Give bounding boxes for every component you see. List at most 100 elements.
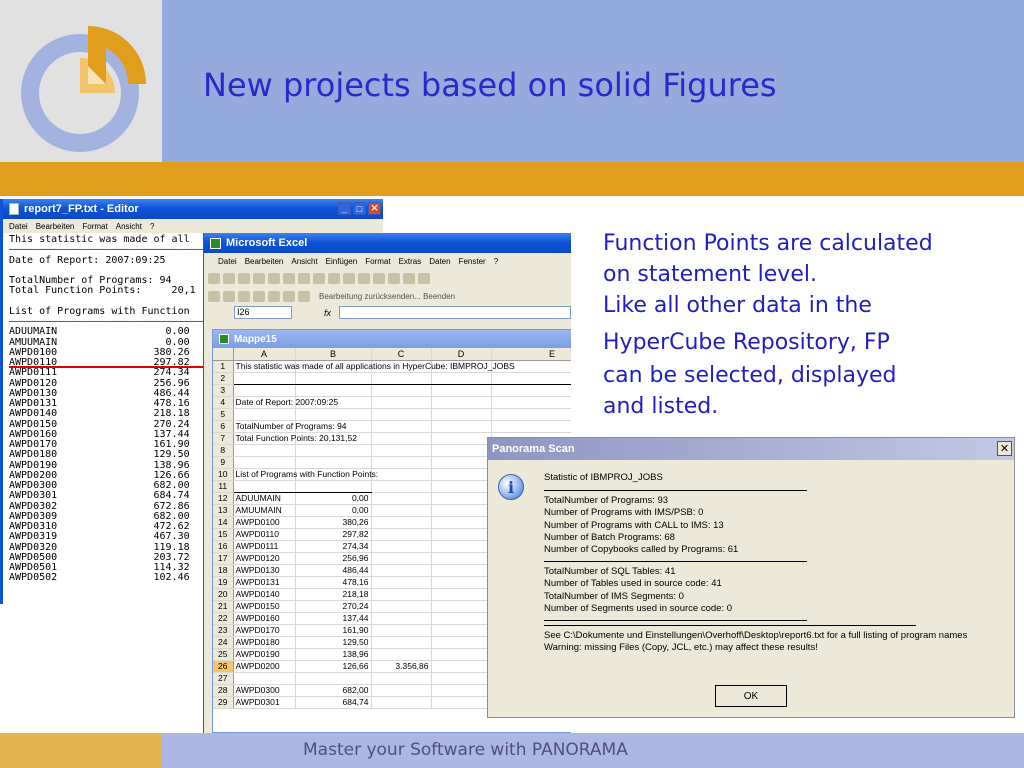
cell[interactable] [233, 480, 296, 493]
row-header[interactable]: 6 [213, 420, 234, 433]
cell[interactable]: Total Function Points: 20,131,52 [233, 432, 357, 445]
menu-item-extras[interactable]: Extras [399, 257, 422, 266]
cell[interactable]: AMUUMAIN [233, 504, 296, 517]
cell[interactable]: TotalNumber of Programs: 94 [233, 420, 347, 433]
row-header[interactable]: 7 [213, 432, 234, 445]
forward-icon[interactable] [238, 290, 250, 302]
cell[interactable] [371, 516, 432, 529]
menu-item-help[interactable]: ? [494, 257, 498, 266]
cell[interactable] [233, 672, 296, 685]
cell[interactable]: 270,24 [295, 600, 372, 613]
cell[interactable] [371, 480, 432, 493]
cell[interactable]: 126,66 [295, 660, 372, 673]
cell[interactable] [371, 648, 432, 661]
cell[interactable] [233, 384, 296, 397]
cell[interactable]: 0,00 [295, 492, 372, 505]
reply-all-icon[interactable] [223, 290, 235, 302]
row-header[interactable]: 12 [213, 492, 234, 505]
cell[interactable]: AWPD0110 [233, 528, 296, 541]
cell[interactable]: 682,00 [295, 684, 372, 697]
cell[interactable]: AWPD0150 [233, 600, 296, 613]
cell[interactable]: 218,18 [295, 588, 372, 601]
menu-item-einfuegen[interactable]: Einfügen [326, 257, 358, 266]
reject-icon[interactable] [283, 290, 295, 302]
formula-input[interactable] [339, 306, 571, 319]
cell[interactable]: 0,00 [295, 504, 372, 517]
cell[interactable] [371, 612, 432, 625]
spelling-icon[interactable] [298, 272, 310, 284]
cell[interactable] [431, 624, 492, 637]
maximize-button[interactable]: □ [353, 202, 366, 215]
row-header[interactable]: 1 [213, 360, 234, 373]
cell[interactable]: AWPD0300 [233, 684, 296, 697]
cell[interactable] [371, 636, 432, 649]
row-header[interactable]: 18 [213, 564, 234, 577]
column-header[interactable]: B [295, 348, 372, 361]
cell[interactable] [431, 528, 492, 541]
menu-item-ansicht[interactable]: Ansicht [116, 222, 142, 231]
cell[interactable]: 274,34 [295, 540, 372, 553]
cell[interactable] [491, 372, 571, 385]
row-header[interactable]: 27 [213, 672, 234, 685]
cell[interactable] [431, 660, 492, 673]
cell[interactable] [431, 540, 492, 553]
cell[interactable] [431, 408, 492, 421]
cell[interactable] [431, 396, 492, 409]
cell[interactable] [295, 444, 372, 457]
cell[interactable] [371, 552, 432, 565]
notepad-titlebar[interactable]: report7_FP.txt - Editor _ □ ✕ [3, 199, 383, 219]
row-header[interactable]: 17 [213, 552, 234, 565]
cell[interactable] [431, 504, 492, 517]
cell[interactable] [371, 444, 432, 457]
permission-icon[interactable] [253, 272, 265, 284]
cut-icon[interactable] [328, 272, 340, 284]
cell[interactable] [371, 504, 432, 517]
workbook-titlebar[interactable]: Mappe15 [213, 330, 571, 348]
cell[interactable] [295, 408, 372, 421]
cell[interactable] [491, 396, 571, 409]
cell[interactable] [371, 564, 432, 577]
undo-icon[interactable] [373, 272, 385, 284]
cell[interactable]: 161,90 [295, 624, 372, 637]
cell[interactable] [431, 444, 492, 457]
cell[interactable]: AWPD0130 [233, 564, 296, 577]
row-header[interactable]: 2 [213, 372, 234, 385]
cell[interactable] [371, 600, 432, 613]
cell[interactable] [491, 384, 571, 397]
minimize-button[interactable]: _ [338, 202, 351, 215]
cell[interactable]: 684,74 [295, 696, 372, 709]
cell[interactable] [431, 492, 492, 505]
cell[interactable] [431, 552, 492, 565]
cell[interactable]: AWPD0160 [233, 612, 296, 625]
cell[interactable] [431, 672, 492, 685]
copy-icon[interactable] [343, 272, 355, 284]
cell[interactable] [431, 636, 492, 649]
cell[interactable]: AWPD0131 [233, 576, 296, 589]
row-header[interactable]: 10 [213, 468, 234, 481]
cell[interactable]: 3.356,86 [371, 660, 432, 673]
cell[interactable]: AWPD0301 [233, 696, 296, 709]
open-icon[interactable] [223, 272, 235, 284]
cell[interactable] [491, 408, 571, 421]
row-header[interactable]: 8 [213, 444, 234, 457]
cell[interactable] [431, 468, 492, 481]
cell[interactable]: AWPD0200 [233, 660, 296, 673]
cell[interactable] [371, 432, 432, 445]
cell[interactable]: AWPD0120 [233, 552, 296, 565]
cell[interactable] [431, 600, 492, 613]
preview-icon[interactable] [283, 272, 295, 284]
review-text[interactable]: Bearbeitung zurücksenden... Beenden [319, 292, 455, 301]
research-icon[interactable] [313, 272, 325, 284]
menu-item-ansicht[interactable]: Ansicht [291, 257, 317, 266]
select-all-corner[interactable] [213, 348, 234, 361]
cell[interactable] [371, 372, 432, 385]
cell[interactable] [295, 672, 372, 685]
cell[interactable] [371, 672, 432, 685]
cell[interactable]: Date of Report: 2007:09:25 [233, 396, 338, 409]
cell[interactable] [431, 648, 492, 661]
cell[interactable]: List of Programs with Function Points: [233, 468, 378, 481]
cell[interactable] [233, 408, 296, 421]
cell[interactable]: 256,96 [295, 552, 372, 565]
cell[interactable] [431, 696, 492, 709]
cell[interactable] [371, 408, 432, 421]
